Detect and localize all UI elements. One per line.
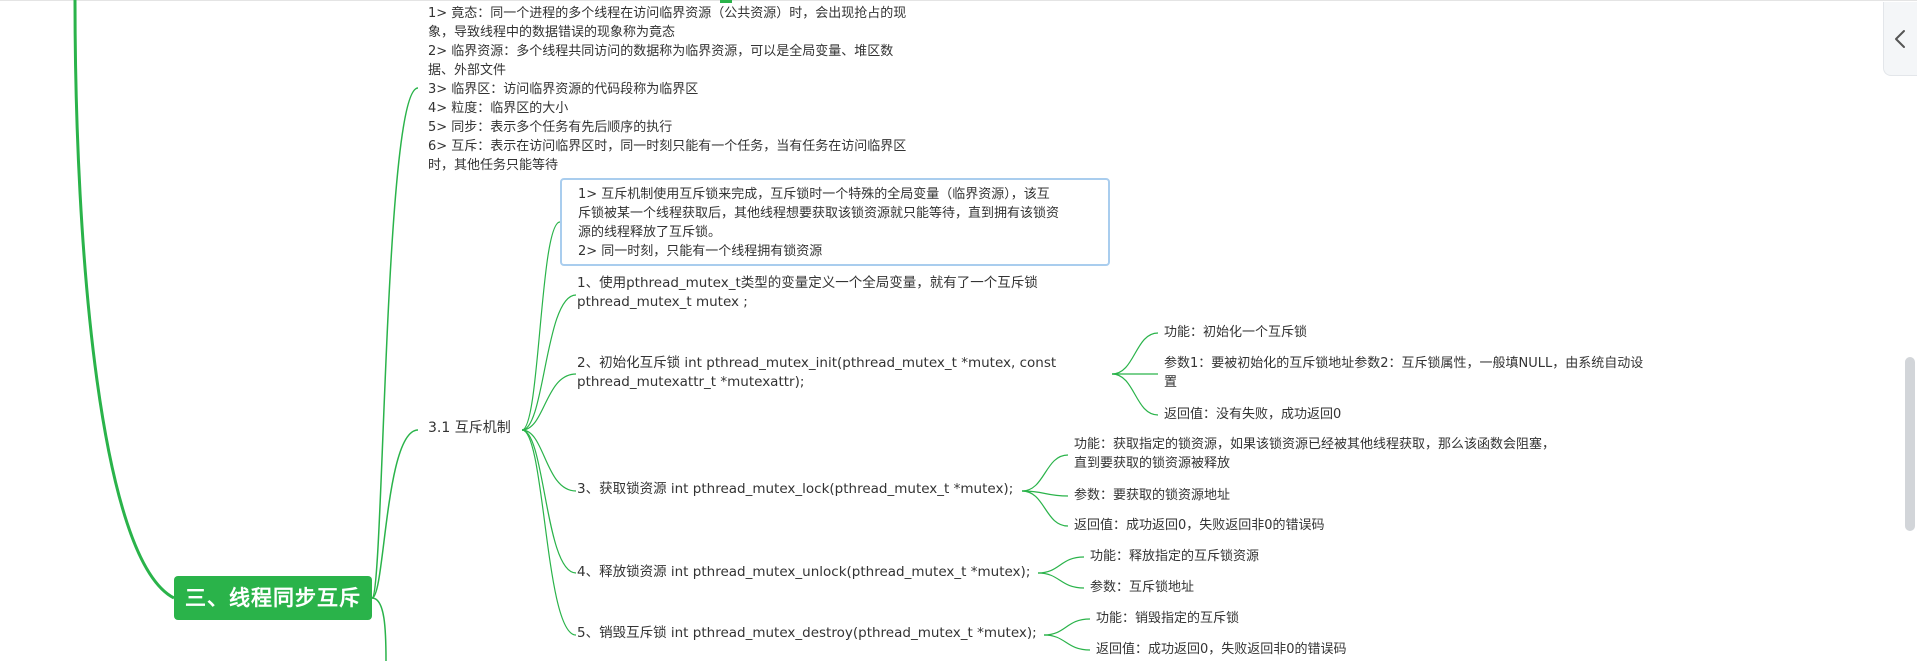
step-line: pthread_mutexattr_t *mutexattr); — [577, 374, 805, 390]
root-node[interactable]: 三、线程同步互斥 — [174, 576, 372, 620]
chevron-left-icon — [1895, 30, 1905, 48]
branch-connectors — [73, 0, 1159, 661]
connector-root-down — [371, 597, 387, 661]
concept-line: 5> 同步：表示多个任务有先后顺序的执行 — [428, 120, 673, 135]
detail-node[interactable]: 功能：销毁指定的互斥锁 — [1096, 609, 1239, 628]
concept-line: 4> 粒度：临界区的大小 — [428, 101, 569, 116]
connector-step2-d3 — [1111, 373, 1159, 416]
detail-line: 直到要获取的锁资源被释放 — [1074, 456, 1231, 471]
detail-node[interactable]: 参数：互斥锁地址 — [1090, 578, 1194, 597]
concept-line: 1> 竟态：同一个进程的多个线程在访问临界资源（公共资源）时，会出现抢占的现 — [428, 6, 907, 21]
connector-step5-d2 — [1043, 634, 1091, 651]
step-node-5[interactable]: 5、销毁互斥锁 int pthread_mutex_destroy(pthrea… — [577, 624, 1037, 643]
step-line: 1、使用pthread_mutex_t类型的变量定义一个全局变量，就有了一个互斥… — [577, 275, 1038, 291]
concept-line: 2> 临界资源：多个线程共同访问的数据称为临界资源，可以是全局变量、堆区数 — [428, 44, 894, 59]
connector-step3-d1 — [1021, 454, 1069, 492]
detail-node[interactable]: 返回值：没有失败，成功返回0 — [1164, 405, 1341, 424]
connector-root-concepts — [371, 87, 419, 599]
note-line: 1> 互斥机制使用互斥锁来完成，互斥锁时一个特殊的全局变量（临界资源），该互 — [578, 187, 1050, 202]
concept-line: 象，导致线程中的数据错误的现象称为竟态 — [428, 25, 676, 40]
concept-line: 6> 互斥：表示在访问临界区时，同一时刻只能有一个任务，当有任务在访问临界区 — [428, 139, 907, 154]
detail-line: 置 — [1164, 375, 1178, 390]
note-line: 2> 同一时刻，只能有一个线程拥有锁资源 — [578, 244, 823, 259]
note-line: 斥锁被某一个线程获取后，其他线程想要获取该锁资源就只能等待，直到拥有该锁资 — [578, 206, 1060, 221]
step-node-3[interactable]: 3、获取锁资源 int pthread_mutex_lock(pthread_m… — [577, 480, 1013, 499]
note-card[interactable]: 1> 互斥机制使用互斥锁来完成，互斥锁时一个特殊的全局变量（临界资源），该互 斥… — [560, 178, 1110, 266]
concept-line: 3> 临界区：访问临界资源的代码段称为临界区 — [428, 82, 699, 97]
detail-node[interactable]: 返回值：成功返回0，失败返回非0的错误码 — [1074, 516, 1325, 535]
step-line: 2、初始化互斥锁 int pthread_mutex_init(pthread_… — [577, 355, 1057, 371]
detail-node[interactable]: 功能：释放指定的互斥锁资源 — [1090, 547, 1259, 566]
connector-step5-d1 — [1043, 618, 1091, 636]
note-line: 源的线程释放了互斥锁。 — [578, 225, 722, 240]
detail-line: 参数1：要被初始化的互斥锁地址参数2：互斥锁属性，一般填NULL，由系统自动设 — [1164, 356, 1644, 371]
detail-node[interactable]: 返回值：成功返回0，失败返回非0的错误码 — [1096, 640, 1347, 659]
panel-toggle-button[interactable] — [1883, 2, 1917, 76]
step-node-4[interactable]: 4、释放锁资源 int pthread_mutex_unlock(pthread… — [577, 563, 1030, 582]
connector-step4-d1 — [1037, 556, 1085, 574]
connector-step4-d2 — [1037, 572, 1085, 589]
concept-line: 据、外部文件 — [428, 63, 507, 78]
detail-node[interactable]: 参数：要获取的锁资源地址 — [1074, 486, 1230, 505]
detail-node[interactable]: 功能：初始化一个互斥锁 — [1164, 323, 1307, 342]
scrollbar-thumb[interactable] — [1905, 357, 1915, 531]
concept-line: 时，其他任务只能等待 — [428, 158, 559, 173]
detail-line: 功能：获取指定的锁资源，如果该锁资源已经被其他线程获取，那么该函数会阻塞， — [1074, 437, 1556, 452]
connector-step2-d1 — [1111, 332, 1159, 375]
step-line: pthread_mutex_t mutex ; — [577, 294, 748, 310]
connector-root-trunk — [73, 0, 175, 600]
section-node-mutex[interactable]: 3.1 互斥机制 — [428, 419, 511, 438]
connector-section-step2 — [521, 373, 577, 431]
mindmap-canvas[interactable]: 1> 竟态：同一个进程的多个线程在访问临界资源（公共资源）时，会出现抢占的现 象… — [0, 0, 1917, 661]
connector-section-step5 — [521, 429, 577, 636]
